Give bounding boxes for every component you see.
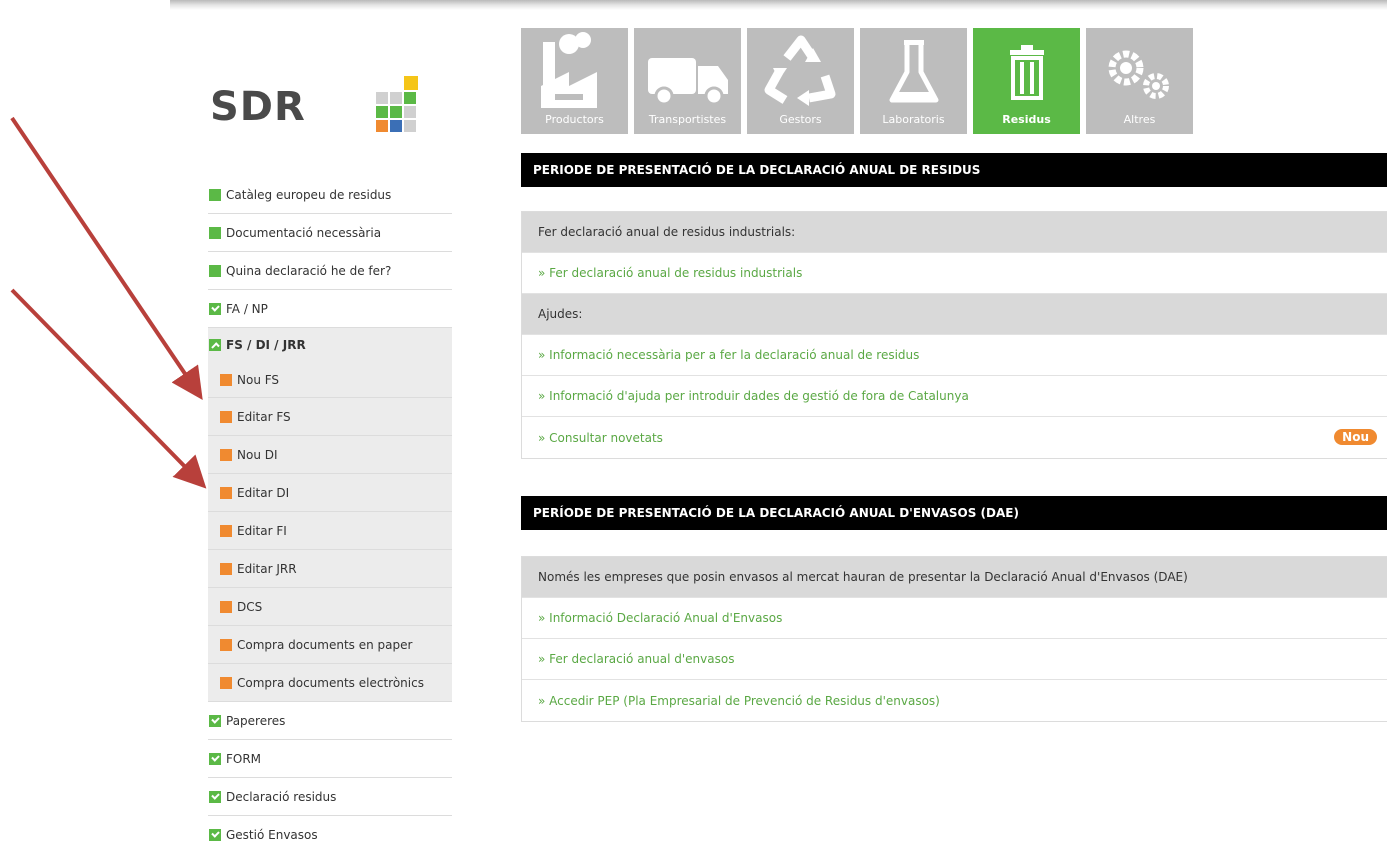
expand-chevron-icon — [209, 790, 221, 803]
sidebar-item-declaracio-residus[interactable]: Declaració residus — [208, 778, 452, 816]
logo-squares-icon — [376, 76, 418, 132]
tile-productors[interactable]: Productors — [521, 28, 628, 134]
expand-chevron-icon — [209, 302, 221, 315]
sidebar-subitem-compra-paper[interactable]: Compra documents en paper — [208, 626, 452, 664]
sidebar-item-quina-declaracio[interactable]: Quina declaració he de fer? — [208, 252, 452, 290]
sidebar-item-cataleg[interactable]: Catàleg europeu de residus — [208, 176, 452, 214]
link-consultar-novetats[interactable]: » Consultar novetats Nou — [522, 417, 1387, 458]
tile-label: Productors — [545, 113, 604, 126]
tile-label: Laboratoris — [882, 113, 945, 126]
green-square-icon — [209, 188, 221, 201]
sidebar-subitem-label: DCS — [237, 599, 263, 614]
sidebar-item-label: Papereres — [226, 713, 286, 728]
orange-square-icon — [220, 562, 232, 575]
orange-square-icon — [220, 486, 232, 499]
sidebar-item-gestio-envasos[interactable]: Gestió Envasos — [208, 816, 452, 853]
orange-square-icon — [220, 524, 232, 537]
panel-header: Fer declaració anual de residus industri… — [522, 212, 1387, 253]
sidebar-subitem-label: Editar FI — [237, 523, 287, 538]
orange-square-icon — [220, 676, 232, 689]
link-accedir-pep[interactable]: » Accedir PEP (Pla Empresarial de Preven… — [522, 680, 1387, 721]
tile-label: Altres — [1123, 113, 1156, 126]
sidebar-item-label: Declaració residus — [226, 789, 337, 804]
orange-square-icon — [220, 600, 232, 613]
green-square-icon — [209, 226, 221, 239]
logo-text: SDR — [210, 84, 306, 130]
sdr-logo[interactable]: SDR — [208, 58, 468, 138]
category-tiles: Productors Transportistes Gestors Labora… — [521, 28, 1199, 134]
expand-chevron-icon — [209, 714, 221, 727]
red-arrow-icon — [10, 116, 203, 400]
sidebar-subitem-compra-electronics[interactable]: Compra documents electrònics — [208, 664, 452, 702]
panel-header: Només les empreses que posin envasos al … — [522, 557, 1387, 598]
sidebar-subitem-editar-di[interactable]: Editar DI — [208, 474, 452, 512]
sidebar-subitem-nou-fs[interactable]: Nou FS — [208, 362, 452, 398]
sidebar-subitem-editar-fs[interactable]: Editar FS — [208, 398, 452, 436]
sidebar-subitem-editar-fi[interactable]: Editar FI — [208, 512, 452, 550]
sidebar-item-label: Documentació necessària — [226, 225, 382, 240]
tile-residus[interactable]: Residus — [973, 28, 1080, 134]
green-square-icon — [209, 264, 221, 277]
sidebar-item-label: FA / NP — [226, 301, 268, 316]
sidebar-item-fa-np[interactable]: FA / NP — [208, 290, 452, 328]
sidebar-group-fs-di-jrr: FS / DI / JRR Nou FS Editar FS Nou DI Ed… — [208, 328, 452, 702]
link-informacio-necessaria[interactable]: » Informació necessària per a fer la dec… — [522, 335, 1387, 376]
sidebar-item-papereres[interactable]: Papereres — [208, 702, 452, 740]
new-badge: Nou — [1334, 429, 1377, 445]
tile-gestors[interactable]: Gestors — [747, 28, 854, 134]
orange-square-icon — [220, 448, 232, 461]
sidebar-item-label: Catàleg europeu de residus — [226, 187, 392, 202]
sidebar-item-label: Gestió Envasos — [226, 828, 318, 842]
top-shadow-divider — [170, 0, 1387, 10]
sidebar-section-fs-di-jrr[interactable]: FS / DI / JRR — [208, 328, 452, 362]
expand-chevron-icon — [209, 829, 221, 841]
sidebar-nav: Catàleg europeu de residus Documentació … — [208, 176, 452, 853]
tile-transportistes[interactable]: Transportistes — [634, 28, 741, 134]
sidebar-subitem-label: Nou DI — [237, 447, 278, 462]
tile-label: Transportistes — [648, 113, 727, 126]
sidebar-section-label: FS / DI / JRR — [226, 338, 306, 352]
sidebar-subitem-label: Editar DI — [237, 485, 290, 500]
envasos-panel: Només les empreses que posin envasos al … — [521, 556, 1387, 722]
link-informacio-ajuda[interactable]: » Informació d'ajuda per introduir dades… — [522, 376, 1387, 417]
section-title-envasos: PERÍODE DE PRESENTACIÓ DE LA DECLARACIÓ … — [521, 496, 1387, 530]
panel-header: Ajudes: — [522, 294, 1387, 335]
link-label: » Consultar novetats — [538, 430, 663, 445]
section-title-residus: PERIODE DE PRESENTACIÓ DE LA DECLARACIÓ … — [521, 153, 1387, 187]
residus-panel: Fer declaració anual de residus industri… — [521, 211, 1387, 459]
link-fer-declaracio-envasos[interactable]: » Fer declaració anual d'envasos — [522, 639, 1387, 680]
sidebar-subitem-label: Editar FS — [237, 409, 291, 424]
orange-square-icon — [220, 638, 232, 651]
sidebar-subitem-dcs[interactable]: DCS — [208, 588, 452, 626]
sidebar-subitem-label: Compra documents en paper — [237, 637, 413, 652]
sidebar-subitem-label: Compra documents electrònics — [237, 675, 424, 690]
link-fer-declaracio-residus[interactable]: » Fer declaració anual de residus indust… — [522, 253, 1387, 294]
collapse-chevron-icon — [209, 339, 221, 351]
orange-square-icon — [220, 410, 232, 423]
sidebar-subitem-label: Nou FS — [237, 372, 280, 387]
sidebar-item-form[interactable]: FORM — [208, 740, 452, 778]
tile-label: Gestors — [779, 113, 822, 126]
tile-altres[interactable]: Altres — [1086, 28, 1193, 134]
sidebar-item-label: Quina declaració he de fer? — [226, 263, 392, 278]
tile-laboratoris[interactable]: Laboratoris — [860, 28, 967, 134]
sidebar-subitem-nou-di[interactable]: Nou DI — [208, 436, 452, 474]
expand-chevron-icon — [209, 752, 221, 765]
sidebar-subitem-label: Editar JRR — [237, 561, 297, 576]
sidebar-subitem-editar-jrr[interactable]: Editar JRR — [208, 550, 452, 588]
tile-label: Residus — [1002, 113, 1051, 126]
red-arrow-icon — [10, 288, 207, 489]
sidebar-item-documentacio[interactable]: Documentació necessària — [208, 214, 452, 252]
orange-square-icon — [220, 373, 232, 386]
sidebar-item-label: FORM — [226, 751, 262, 766]
link-informacio-dae[interactable]: » Informació Declaració Anual d'Envasos — [522, 598, 1387, 639]
